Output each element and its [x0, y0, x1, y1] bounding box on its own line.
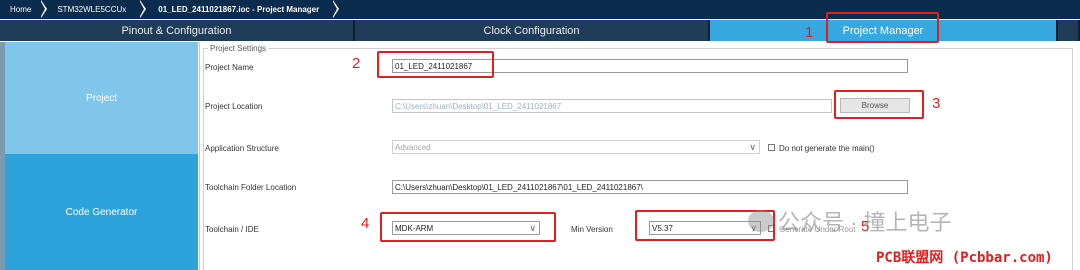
sidebar-item-project[interactable]: Project — [5, 42, 198, 154]
toolchain-ide-label: Toolchain / IDE — [205, 225, 259, 234]
application-structure-label: Application Structure — [205, 144, 279, 153]
annotation-box-4 — [380, 212, 556, 242]
chevron-down-icon: ∨ — [749, 142, 756, 152]
min-version-label: Min Version — [571, 225, 613, 234]
sidebar-item-code-generator[interactable]: Code Generator — [5, 154, 198, 270]
annotation-number-2: 2 — [352, 55, 361, 72]
breadcrumb-home[interactable]: Home — [0, 0, 48, 19]
wechat-watermark: 公众号 · 撞上电子 — [748, 205, 952, 237]
toolchain-folder-label: Toolchain Folder Location — [205, 183, 297, 192]
tab-overflow[interactable] — [1058, 20, 1080, 41]
do-not-generate-main-checkbox[interactable] — [768, 144, 775, 151]
tab-clock-configuration[interactable]: Clock Configuration — [355, 20, 710, 41]
do-not-generate-main-label: Do not generate the main() — [779, 144, 875, 153]
sidebar: Project Code Generator — [5, 42, 198, 270]
project-name-label: Project Name — [205, 63, 254, 72]
breadcrumb-device[interactable]: STM32WLE5CCUx — [41, 0, 147, 19]
annotation-box-3 — [834, 90, 924, 119]
annotation-number-4: 4 — [361, 215, 370, 232]
tab-pinout-configuration[interactable]: Pinout & Configuration — [0, 20, 355, 41]
breadcrumb-file[interactable]: 01_LED_2411021867.ioc - Project Manager — [140, 0, 340, 19]
toolchain-folder-input[interactable]: C:\Users\zhuan\Desktop\01_LED_2411021867… — [392, 180, 908, 194]
site-watermark: PCB联盟网 (Pcbbar.com) — [876, 250, 1053, 266]
wechat-logo-icon — [748, 210, 774, 232]
annotation-box-1 — [826, 12, 939, 43]
annotation-number-3: 3 — [932, 95, 941, 112]
annotation-box-2 — [377, 51, 494, 78]
project-settings-legend: Project Settings — [208, 44, 269, 53]
annotation-number-1: 1 — [805, 24, 814, 41]
project-location-label: Project Location — [205, 102, 263, 111]
application-structure-select[interactable]: Advanced ∨ — [392, 140, 760, 154]
project-location-input[interactable]: C:\Users\zhuan\Desktop\01_LED_2411021867 — [392, 99, 832, 113]
